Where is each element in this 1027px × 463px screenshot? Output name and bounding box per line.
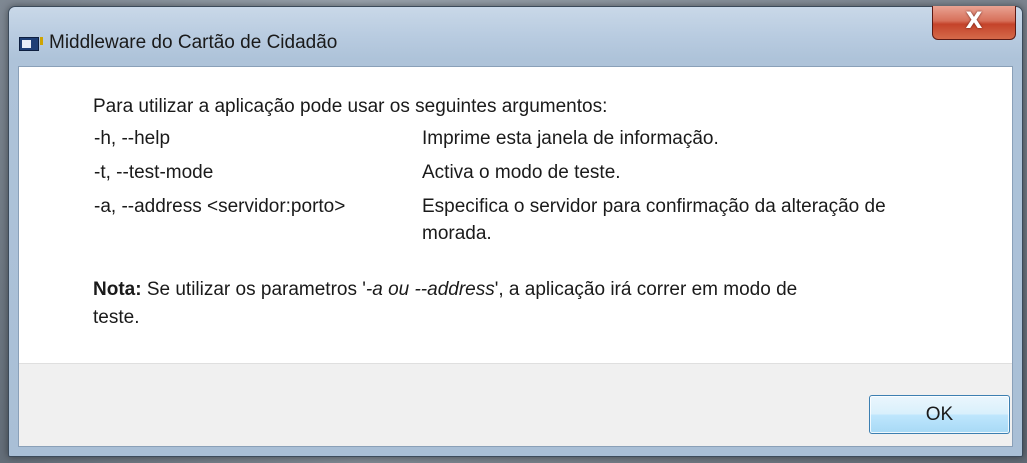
option-description-address: Especifica o servidor para confirmação d… — [422, 196, 886, 217]
dialog-client-area: Para utilizar a aplicação pode usar os s… — [18, 66, 1013, 447]
note-text-after: ', a aplicação irá correr em modo de — [494, 279, 798, 300]
note-text-before: Se utilizar os parametros ' — [141, 279, 366, 300]
help-content: Para utilizar a aplicação pode usar os s… — [19, 67, 1012, 363]
option-description-help: Imprime esta janela de informação. — [422, 128, 719, 149]
option-flag-help: -h, --help — [94, 128, 171, 149]
option-flag-test-mode: -t, --test-mode — [94, 162, 214, 183]
note-text: Nota: Se utilizar os parametros '-a ou -… — [93, 278, 797, 302]
intro-text: Para utilizar a aplicação pode usar os s… — [93, 96, 608, 117]
option-description-test-mode: Activa o modo de teste. — [422, 162, 621, 183]
note-label: Nota: — [93, 279, 142, 300]
note-text-continued: teste. — [93, 307, 140, 328]
note-emphasis: -a ou --address — [365, 279, 495, 300]
window-title: Middleware do Cartão de Cidadão — [49, 32, 338, 53]
title-bar[interactable]: Middleware do Cartão de Cidadão X — [9, 6, 1022, 67]
dialog-window: Middleware do Cartão de Cidadão X Para u… — [8, 6, 1023, 457]
option-flag-address: -a, --address <servidor:porto> — [94, 196, 346, 217]
close-button[interactable]: X — [932, 6, 1016, 40]
close-icon: X — [965, 9, 983, 34]
app-window-icon — [19, 37, 43, 51]
ok-button[interactable]: OK — [869, 395, 1010, 434]
option-description-address-continued: morada. — [422, 223, 492, 244]
button-bar: OK — [19, 363, 1012, 446]
